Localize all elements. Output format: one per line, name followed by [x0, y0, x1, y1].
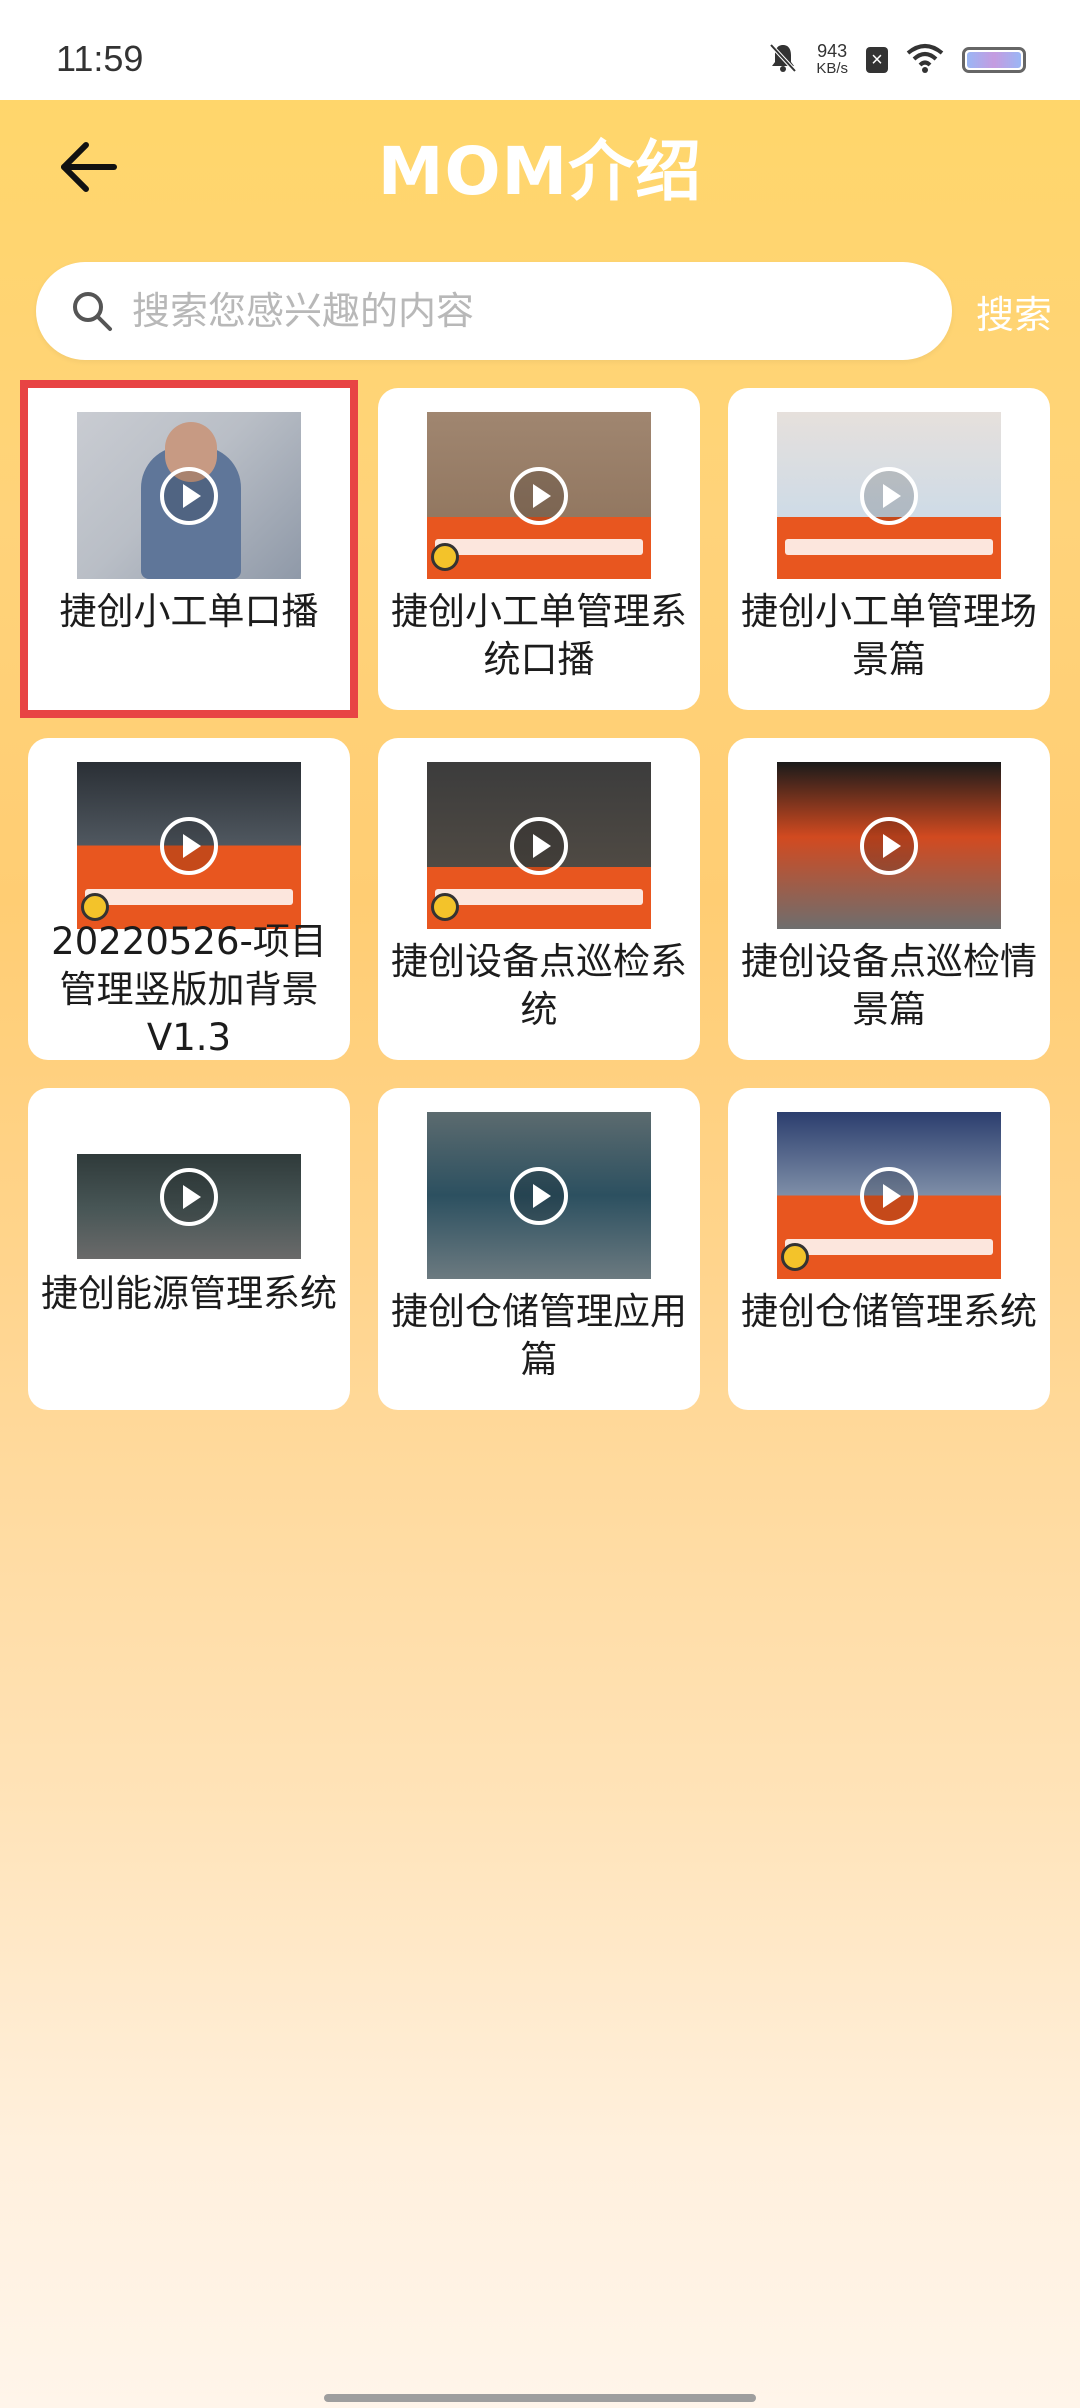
video-thumbnail [427, 1112, 651, 1279]
video-title: 捷创小工单管理系统口播 [391, 590, 687, 681]
video-grid: 捷创小工单口播 捷创小工单管理系统口播 捷创小工单管理场景篇 20220526-… [20, 380, 1052, 1410]
page-title: MOM介绍 [377, 133, 703, 210]
play-icon [510, 816, 568, 875]
status-time: 11:59 [56, 38, 144, 79]
video-card[interactable]: 捷创小工单管理场景篇 [728, 388, 1050, 710]
video-thumbnail [777, 762, 1001, 929]
search-icon [70, 289, 114, 333]
bell-muted-icon [768, 42, 798, 78]
play-icon [510, 466, 568, 525]
video-card[interactable]: 捷创能源管理系统 [28, 1088, 350, 1410]
status-icons: 943 KB/s × [768, 40, 1026, 80]
video-card[interactable]: 捷创仓储管理应用篇 [378, 1088, 700, 1410]
video-thumbnail [427, 762, 651, 929]
video-card[interactable]: 捷创仓储管理系统 [728, 1088, 1050, 1410]
video-title: 捷创能源管理系统 [41, 1272, 337, 1315]
network-speed-unit: KB/s [816, 60, 848, 77]
play-icon [510, 1166, 568, 1225]
video-thumbnail [777, 1112, 1001, 1279]
play-icon [160, 816, 218, 875]
play-icon [860, 466, 918, 525]
video-thumbnail [777, 412, 1001, 579]
battery-icon [962, 47, 1026, 73]
home-indicator[interactable] [324, 2394, 756, 2402]
video-thumbnail [77, 1134, 301, 1259]
video-thumbnail [77, 762, 301, 929]
video-title: 捷创小工单管理场景篇 [741, 590, 1037, 681]
video-title: 捷创设备点巡检系统 [391, 940, 687, 1031]
video-title: 捷创设备点巡检情景篇 [741, 940, 1037, 1031]
play-icon [160, 1167, 218, 1226]
video-thumbnail [427, 412, 651, 579]
network-speed: 943 KB/s [816, 42, 848, 78]
play-icon [860, 1166, 918, 1225]
wifi-icon [906, 43, 944, 77]
video-title: 20220526-项目管理竖版加背景V1.3 [51, 920, 327, 1059]
video-title: 捷创仓储管理应用篇 [391, 1290, 687, 1381]
video-thumbnail [77, 412, 301, 579]
close-box-icon: × [866, 47, 888, 73]
video-card[interactable]: 捷创设备点巡检系统 [378, 738, 700, 1060]
search-button[interactable]: 搜索 [976, 284, 1052, 339]
video-card[interactable]: 20220526-项目管理竖版加背景V1.3 [28, 738, 350, 1060]
video-card[interactable]: 捷创小工单口播 [20, 380, 358, 718]
status-bar: 11:59 943 KB/s × [0, 0, 1080, 100]
search-bar[interactable] [36, 262, 952, 360]
video-title: 捷创小工单口播 [59, 590, 319, 633]
play-icon [860, 816, 918, 875]
video-title: 捷创仓储管理系统 [741, 1290, 1037, 1333]
play-icon [160, 466, 218, 525]
search-input[interactable] [130, 288, 914, 334]
network-speed-value: 943 [817, 41, 848, 61]
video-card[interactable]: 捷创设备点巡检情景篇 [728, 738, 1050, 1060]
video-card[interactable]: 捷创小工单管理系统口播 [378, 388, 700, 710]
